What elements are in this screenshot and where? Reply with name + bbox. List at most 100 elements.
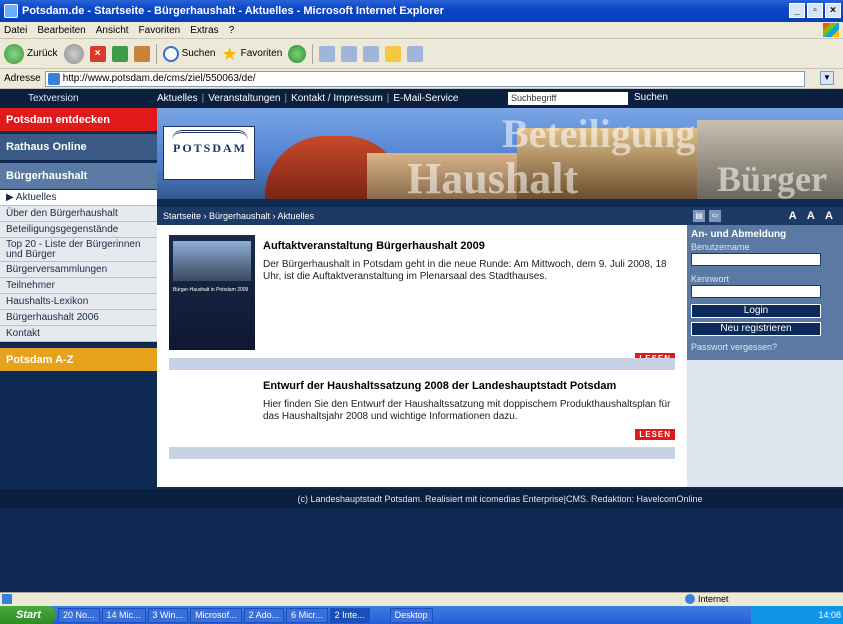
media-button[interactable]: [288, 44, 307, 63]
taskbar-item[interactable]: 6 Micr...: [286, 607, 328, 623]
sidebar-item-beteiligung[interactable]: Beteiligungsgegenstände: [0, 222, 157, 238]
sidebar-item-teilnehmer[interactable]: Teilnehmer: [0, 278, 157, 294]
sidebar-item-lexikon[interactable]: Haushalts-Lexikon: [0, 294, 157, 310]
print-button[interactable]: [341, 45, 358, 62]
windows-logo-icon: [823, 23, 839, 37]
username-field[interactable]: [691, 253, 821, 266]
messenger-button[interactable]: [407, 45, 424, 62]
sidebar-item-ueber[interactable]: Über den Bürgerhaushalt: [0, 206, 157, 222]
forgot-password-link[interactable]: Passwort vergessen?: [691, 342, 839, 352]
font-size-switcher[interactable]: A A A: [789, 210, 837, 222]
address-label: Adresse: [4, 73, 41, 84]
banner-word-beteiligung: Beteiligung: [502, 111, 696, 156]
sidebar-potsdam-a-z[interactable]: Potsdam A-Z: [0, 348, 157, 371]
taskbar-item-active[interactable]: 2 Inte...: [329, 607, 370, 623]
print-page-icon[interactable]: ▤: [693, 210, 705, 222]
nav-kontakt-impressum[interactable]: Kontakt / Impressum: [291, 93, 383, 104]
address-input[interactable]: http://www.potsdam.de/cms/ziel/550063/de…: [44, 70, 805, 87]
back-icon[interactable]: ⇦: [709, 210, 721, 222]
menu-ansicht[interactable]: Ansicht: [96, 25, 129, 36]
nav-email-service[interactable]: E-Mail-Service: [393, 93, 458, 104]
news-title[interactable]: Entwurf der Haushaltssatzung 2008 der La…: [263, 380, 616, 392]
system-tray: 14:08: [751, 606, 843, 624]
clock[interactable]: 14:08: [818, 610, 841, 620]
mail-icon: [319, 45, 336, 62]
register-button[interactable]: Neu registrieren: [691, 322, 821, 336]
menu-help[interactable]: ?: [229, 25, 235, 36]
menu-extras[interactable]: Extras: [190, 25, 218, 36]
forward-arrow-icon: [63, 43, 84, 64]
mail-button[interactable]: [319, 45, 336, 62]
star-icon: ★: [221, 43, 238, 64]
nav-separator: |: [201, 93, 205, 104]
news-title[interactable]: Auftaktveranstaltung Bürgerhaushalt 2009: [263, 240, 485, 252]
login-heading: An- und Abmeldung: [691, 229, 787, 240]
refresh-button[interactable]: [111, 45, 128, 62]
security-zone: Internet: [685, 594, 729, 604]
favorites-button[interactable]: ★ Favoriten: [221, 45, 282, 63]
ie-icon: [4, 4, 18, 18]
nav-separator: |: [386, 93, 390, 104]
news-divider: [169, 447, 675, 459]
menu-favoriten[interactable]: Favoriten: [139, 25, 181, 36]
taskbar-item[interactable]: 20 No...: [58, 607, 100, 623]
read-more-button[interactable]: LESEN: [635, 429, 675, 440]
address-bar: Adresse http://www.potsdam.de/cms/ziel/5…: [0, 69, 843, 89]
menu-datei[interactable]: Datei: [4, 25, 27, 36]
textversion-link[interactable]: Textversion: [0, 93, 157, 104]
minimize-button[interactable]: _: [789, 3, 805, 18]
site-search-input[interactable]: Suchbegriff: [508, 92, 628, 105]
sidebar-item-2006[interactable]: Bürgerhaushalt 2006: [0, 310, 157, 326]
toolbar-separator: [155, 43, 157, 64]
news-text: Hier finden Sie den Entwurf der Haushalt…: [263, 399, 671, 422]
web-page: Textversion Aktuelles | Veranstaltungen …: [0, 89, 843, 592]
taskbar-item[interactable]: 14 Mic...: [101, 607, 146, 623]
login-button[interactable]: Login: [691, 304, 821, 318]
taskbar-item[interactable]: 2 Ado...: [243, 607, 285, 623]
back-arrow-icon: [4, 43, 24, 64]
sidebar-item-kontakt[interactable]: Kontakt: [0, 326, 157, 342]
potsdam-logo[interactable]: POTSDAM: [163, 126, 255, 180]
taskbar-item[interactable]: 3 Win...: [147, 607, 189, 623]
news-thumbnail[interactable]: Bürger-Haushalt in Potsdam 2009: [169, 235, 255, 350]
stop-button[interactable]: ×: [89, 45, 106, 62]
media-icon: [288, 44, 307, 63]
right-column: ▤ ⇦ A A A An- und Abmeldung Benutzername…: [687, 207, 843, 487]
sidebar-item-aktuelles[interactable]: ▶ Aktuelles: [0, 190, 157, 206]
taskbar-item-desktop[interactable]: Desktop: [389, 607, 433, 623]
password-field[interactable]: [691, 285, 821, 298]
sidebar-item-versammlungen[interactable]: Bürgerversammlungen: [0, 262, 157, 278]
home-button[interactable]: [133, 45, 150, 62]
site-search-button[interactable]: Suchen: [634, 92, 668, 103]
sidebar-potsdam-entdecken[interactable]: Potsdam entdecken: [0, 108, 157, 131]
nav-aktuelles[interactable]: Aktuelles: [157, 93, 198, 104]
address-dropdown-button[interactable]: ▼: [820, 71, 834, 85]
password-label: Kennwort: [691, 274, 730, 284]
news-divider: [169, 358, 675, 370]
login-box: An- und Abmeldung Benutzername Kennwort …: [687, 225, 843, 360]
search-button[interactable]: Suchen: [162, 45, 216, 62]
footer: (c) Landeshauptstadt Potsdam. Realisiert…: [157, 489, 843, 508]
sidebar-item-top20[interactable]: Top 20 - Liste der Bürgerinnen und Bürge…: [0, 238, 157, 262]
nav-veranstaltungen[interactable]: Veranstaltungen: [208, 93, 280, 104]
menubar: Datei Bearbeiten Ansicht Favoriten Extra…: [0, 22, 843, 39]
sidebar-buergerhaushalt[interactable]: Bürgerhaushalt: [0, 163, 157, 189]
maximize-button[interactable]: ▫: [807, 3, 823, 18]
breadcrumb[interactable]: Startseite › Bürgerhaushalt › Aktuelles: [157, 207, 687, 225]
back-button[interactable]: Zurück: [4, 43, 58, 64]
close-button[interactable]: ×: [825, 3, 841, 18]
globe-icon: [685, 594, 695, 604]
menu-bearbeiten[interactable]: Bearbeiten: [37, 25, 85, 36]
edit-button[interactable]: [363, 45, 380, 62]
folder-button[interactable]: [385, 45, 402, 62]
news-text: Der Bürgerhaushalt in Potsdam geht in di…: [263, 259, 667, 282]
sidebar-rathaus-online[interactable]: Rathaus Online: [0, 134, 157, 160]
forward-button[interactable]: [63, 43, 84, 64]
print-icon: [341, 45, 358, 62]
start-button[interactable]: Start: [0, 606, 56, 624]
taskbar-item[interactable]: Microsof...: [190, 607, 242, 623]
page-icon: [47, 72, 60, 85]
search-label: Suchen: [181, 48, 216, 59]
nav-separator: |: [284, 93, 288, 104]
toolbar-separator: [312, 43, 314, 64]
